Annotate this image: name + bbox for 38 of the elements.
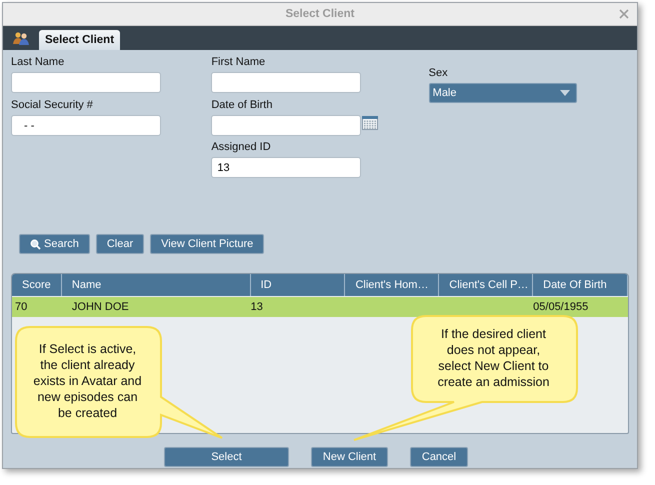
sex-dropdown[interactable]: Male [428,83,577,103]
date-field[interactable] [211,115,362,136]
table-cell: 70 [15,301,28,313]
field-label: Social Security # [11,99,94,113]
dialog-button[interactable]: Select [164,447,289,467]
input-field[interactable]: - - [11,115,161,136]
dialog-button[interactable]: New Client [311,447,388,467]
field-label: Date of Birth [211,99,274,113]
field-label: First Name [211,56,266,70]
window-title: Select Client [285,8,355,20]
callout-text: If the desired client does not appear, select New Client to create an admission [436,326,550,390]
action-button[interactable]: Clear [96,234,144,254]
input-field[interactable] [11,72,161,93]
action-button[interactable]: View Client Picture [150,234,264,254]
close-icon[interactable] [619,9,629,19]
input-field[interactable] [211,72,362,93]
column-header[interactable]: ID [250,274,346,296]
dialog-button[interactable]: Cancel [410,447,468,467]
column-header[interactable]: Name [62,274,251,296]
table-cell: JOHN DOE [72,301,129,313]
table-row[interactable]: 70 JOHN DOE 13 05/05/1955 [12,297,628,317]
caret-icon [560,90,570,96]
tab[interactable]: Select Client [39,30,120,50]
calendar-icon[interactable] [362,116,378,130]
search-button[interactable]: Search [19,234,90,254]
column-header[interactable]: Client's Cell P… [439,274,534,296]
column-header[interactable]: Date Of Birth [533,274,628,296]
column-header[interactable]: Score [12,274,62,296]
table-cell: 05/05/1955 [533,301,588,313]
search-icon [30,238,41,250]
column-header[interactable]: Client's Hom… [345,274,440,296]
field-label: Sex [428,67,449,81]
callout-text: If Select is active, the client already exists in Avatar and new episodes can be created [32,341,143,421]
field-label: Assigned ID [211,141,272,155]
input-field[interactable]: 13 [211,157,362,178]
field-label: Last Name [11,56,66,70]
people-icon [13,31,29,45]
table-cell: 13 [250,301,263,313]
